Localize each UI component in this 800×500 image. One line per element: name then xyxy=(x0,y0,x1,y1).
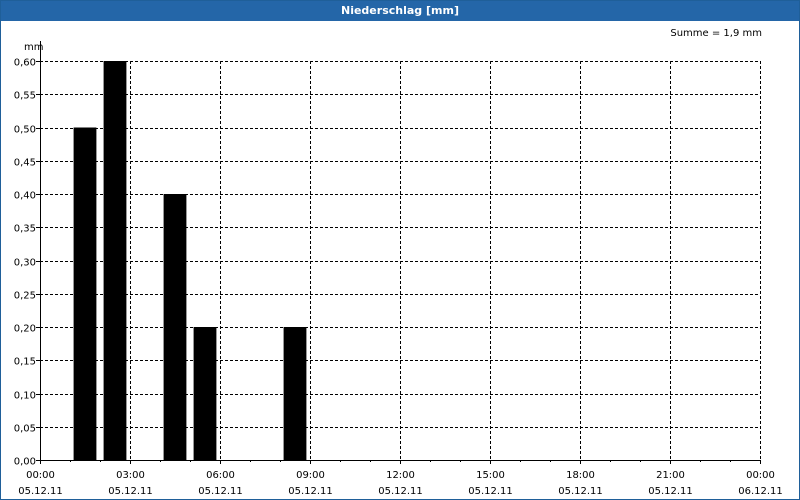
y-tick-label: 0,00 xyxy=(14,457,36,468)
y-tick-label: 0,25 xyxy=(14,291,36,302)
precipitation-bar xyxy=(163,194,187,460)
y-tick-label: 0,40 xyxy=(14,191,36,202)
y-tick-label: 0,30 xyxy=(14,258,36,269)
x-tick-time-label: 00:00 xyxy=(746,470,775,481)
y-tick-label: 0,05 xyxy=(14,424,36,435)
y-tick-label: 0,45 xyxy=(14,158,36,169)
precipitation-bar xyxy=(193,327,217,460)
x-tick-date-label: 05.12.11 xyxy=(18,486,63,497)
precipitation-bar xyxy=(73,127,97,460)
precipitation-bar xyxy=(103,61,127,460)
x-tick-time-label: 03:00 xyxy=(116,470,145,481)
x-tick-date-label: 05.12.11 xyxy=(378,486,423,497)
x-tick-time-label: 21:00 xyxy=(656,470,685,481)
y-tick-label: 0,15 xyxy=(14,357,36,368)
x-tick-time-label: 00:00 xyxy=(26,470,55,481)
x-tick-date-label: 05.12.11 xyxy=(198,486,243,497)
sum-annotation: Summe = 1,9 mm xyxy=(670,28,762,39)
x-tick-time-label: 09:00 xyxy=(296,470,325,481)
y-tick-label: 0,10 xyxy=(14,391,36,402)
x-tick-time-label: 06:00 xyxy=(206,470,235,481)
x-tick-time-label: 18:00 xyxy=(566,470,595,481)
y-tick-label: 0,20 xyxy=(14,324,36,335)
x-tick-date-label: 06.12.11 xyxy=(738,486,783,497)
y-tick-label: 0,50 xyxy=(14,125,36,136)
y-tick-label: 0,55 xyxy=(14,91,36,102)
x-tick-date-label: 05.12.11 xyxy=(288,486,333,497)
precipitation-chart: mm Summe = 1,9 mm 0,000,050,100,150,200,… xyxy=(14,28,783,497)
precipitation-bar xyxy=(283,327,307,460)
x-tick-time-label: 15:00 xyxy=(476,470,505,481)
x-tick-date-label: 05.12.11 xyxy=(468,486,513,497)
y-tick-label: 0,35 xyxy=(14,224,36,235)
x-tick-date-label: 05.12.11 xyxy=(648,486,693,497)
x-tick-date-label: 05.12.11 xyxy=(558,486,603,497)
x-tick-date-label: 05.12.11 xyxy=(108,486,153,497)
y-tick-label: 0,60 xyxy=(14,58,36,69)
x-tick-time-label: 12:00 xyxy=(386,470,415,481)
